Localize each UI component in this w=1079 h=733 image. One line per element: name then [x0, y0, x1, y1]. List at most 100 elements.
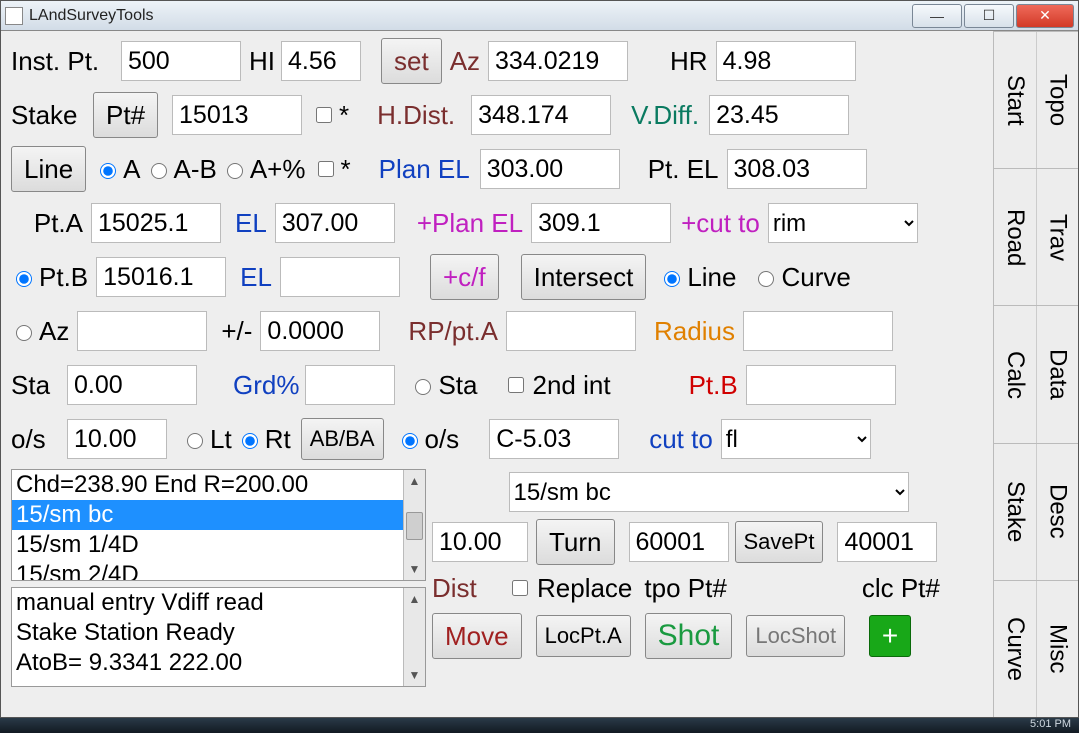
- hi-input[interactable]: [281, 41, 361, 81]
- maximize-button[interactable]: ☐: [964, 4, 1014, 28]
- line-button[interactable]: Line: [11, 146, 86, 192]
- main-combo[interactable]: 15/sm bc: [509, 472, 909, 512]
- line-radio[interactable]: [664, 271, 680, 287]
- tab-desc[interactable]: Desc: [1036, 444, 1079, 580]
- instpt-input[interactable]: [121, 41, 241, 81]
- planel-label: Plan EL: [379, 154, 470, 185]
- taskbar: 5:01 PM: [0, 718, 1079, 733]
- clc-input[interactable]: [837, 522, 937, 562]
- list-item[interactable]: Chd=238.90 End R=200.00: [12, 470, 425, 500]
- savept-button[interactable]: SavePt: [735, 521, 824, 563]
- tab-trav[interactable]: Trav: [1036, 169, 1079, 305]
- list-item[interactable]: 15/sm 1/4D: [12, 530, 425, 560]
- rp-input[interactable]: [506, 311, 636, 351]
- star1-check[interactable]: [316, 107, 332, 123]
- ptnum-button[interactable]: Pt#: [93, 92, 158, 138]
- add-button[interactable]: +: [869, 615, 911, 657]
- set-button[interactable]: set: [381, 38, 442, 84]
- os2-radio[interactable]: [402, 433, 418, 449]
- log-listbox[interactable]: manual entry Vdiff readStake Station Rea…: [11, 587, 426, 687]
- locpta-button[interactable]: LocPt.A: [536, 615, 631, 657]
- ptb2-input[interactable]: [746, 365, 896, 405]
- a-radio[interactable]: [100, 163, 116, 179]
- ptb-radio[interactable]: [16, 271, 32, 287]
- abba-button[interactable]: AB/BA: [301, 418, 384, 460]
- ela-input[interactable]: [275, 203, 395, 243]
- os-input[interactable]: [67, 419, 167, 459]
- tab-topo[interactable]: Topo: [1036, 32, 1079, 168]
- replace-check[interactable]: [512, 580, 528, 596]
- pm-input[interactable]: [260, 311, 380, 351]
- move-button[interactable]: Move: [432, 613, 522, 659]
- tab-misc[interactable]: Misc: [1036, 581, 1079, 717]
- scroll-down-icon[interactable]: ▼: [404, 558, 425, 580]
- hdist-label: H.Dist.: [377, 100, 455, 131]
- star2-check[interactable]: [318, 161, 334, 177]
- log-item: Stake Station Ready: [12, 618, 425, 648]
- tpo-label: tpo Pt#: [644, 573, 726, 604]
- cutto1-select[interactable]: rim: [768, 203, 918, 243]
- planel-input[interactable]: [480, 149, 620, 189]
- pta-input[interactable]: [91, 203, 221, 243]
- clc-label: clc Pt#: [862, 573, 940, 604]
- listbox-scrollbar[interactable]: ▲ ▼: [403, 470, 425, 580]
- az2-radio[interactable]: [16, 325, 32, 341]
- scroll-down-icon[interactable]: ▼: [404, 664, 425, 686]
- list-item[interactable]: 15/sm 2/4D: [12, 560, 425, 581]
- lt-radio[interactable]: [187, 433, 203, 449]
- az-input[interactable]: [488, 41, 628, 81]
- grd-input[interactable]: [305, 365, 395, 405]
- ptel-label: Pt. EL: [648, 154, 719, 185]
- apct-radio[interactable]: [227, 163, 243, 179]
- list-item[interactable]: 15/sm bc: [12, 500, 425, 530]
- sta2-label: Sta: [438, 370, 477, 401]
- pplanel-input[interactable]: [531, 203, 671, 243]
- scroll-up-icon[interactable]: ▲: [404, 470, 425, 492]
- cutto2-select[interactable]: fl: [721, 419, 871, 459]
- tpo-input[interactable]: [629, 522, 729, 562]
- vdiff-input[interactable]: [709, 95, 849, 135]
- tab-label: Calc: [1001, 351, 1029, 399]
- tab-road[interactable]: Road: [994, 169, 1036, 305]
- az-label: Az: [450, 46, 480, 77]
- stake-label: Stake: [11, 100, 93, 131]
- item-listbox[interactable]: Chd=238.90 End R=200.0015/sm bc15/sm 1/4…: [11, 469, 426, 581]
- shot-button[interactable]: Shot: [645, 613, 733, 659]
- tab-start[interactable]: Start: [994, 32, 1036, 168]
- ab-label: A-B: [174, 154, 217, 185]
- intersect-button[interactable]: Intersect: [521, 254, 647, 300]
- c-input[interactable]: [489, 419, 619, 459]
- minimize-button[interactable]: —: [912, 4, 962, 28]
- cf-button[interactable]: +c/f: [430, 254, 499, 300]
- tab-label: Misc: [1043, 624, 1071, 673]
- close-button[interactable]: ✕: [1016, 4, 1074, 28]
- sta-input[interactable]: [67, 365, 197, 405]
- dist-input[interactable]: [432, 522, 528, 562]
- locshot-button[interactable]: LocShot: [746, 615, 845, 657]
- hdist-input[interactable]: [471, 95, 611, 135]
- scroll-up-icon[interactable]: ▲: [404, 588, 425, 610]
- cutto1-label: +cut to: [681, 208, 760, 239]
- turn-button[interactable]: Turn: [536, 519, 615, 565]
- radius-input[interactable]: [743, 311, 893, 351]
- log-scrollbar[interactable]: ▲ ▼: [403, 588, 425, 686]
- curve-radio[interactable]: [758, 271, 774, 287]
- scroll-thumb[interactable]: [406, 512, 423, 540]
- app-icon: [5, 7, 23, 25]
- tab-data[interactable]: Data: [1036, 306, 1079, 442]
- hr-input[interactable]: [716, 41, 856, 81]
- cutto2-label: cut to: [649, 424, 713, 455]
- az2-input[interactable]: [77, 311, 207, 351]
- window-title: LAndSurveyTools: [29, 7, 910, 25]
- int2-check[interactable]: [508, 377, 524, 393]
- rt-radio[interactable]: [242, 433, 258, 449]
- ptnum-input[interactable]: [172, 95, 302, 135]
- sta2-radio[interactable]: [415, 379, 431, 395]
- ab-radio[interactable]: [151, 163, 167, 179]
- ptb-input[interactable]: [96, 257, 226, 297]
- tab-stake[interactable]: Stake: [994, 444, 1036, 580]
- tab-curve[interactable]: Curve: [994, 581, 1036, 717]
- ptel-input[interactable]: [727, 149, 867, 189]
- elb-input[interactable]: [280, 257, 400, 297]
- tab-calc[interactable]: Calc: [994, 306, 1036, 442]
